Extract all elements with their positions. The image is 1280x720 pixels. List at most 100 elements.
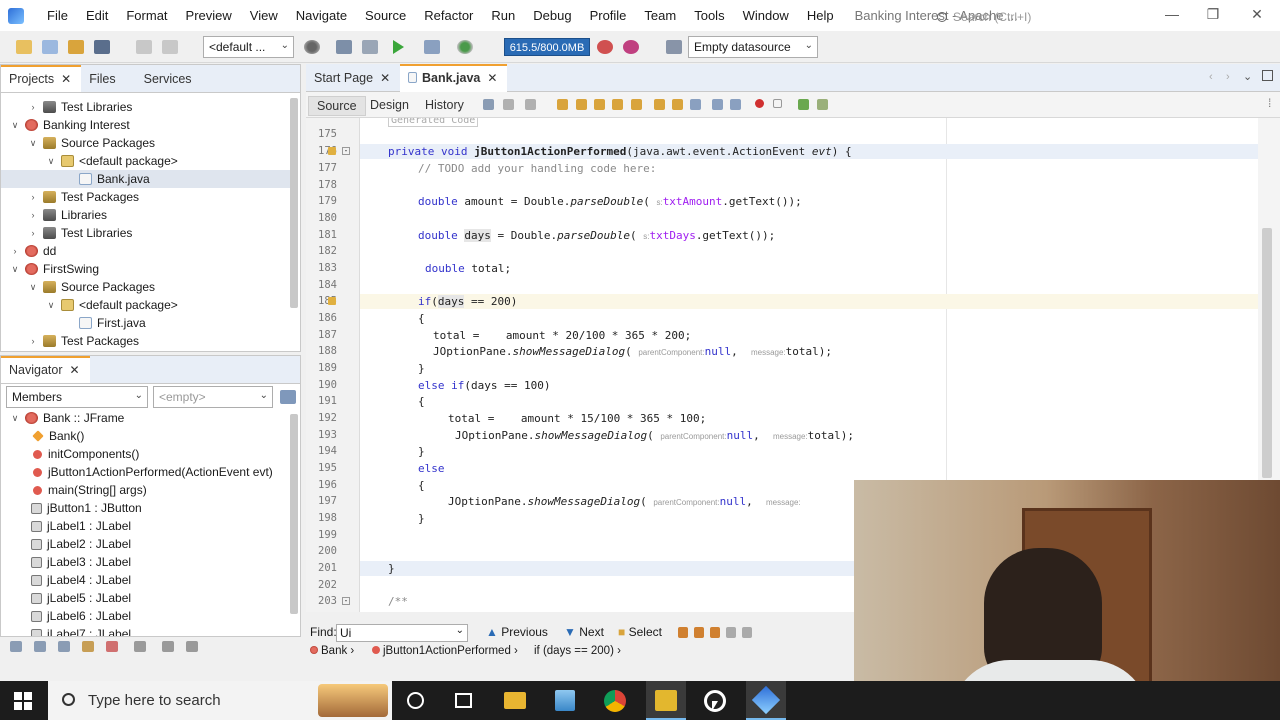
find-icon[interactable] — [557, 99, 568, 110]
tab-services[interactable]: Services — [126, 65, 202, 92]
datasource-select[interactable]: Empty datasource ⌄ — [688, 36, 818, 58]
navigator-member[interactable]: jLabel3 : JLabel — [1, 553, 131, 571]
tree-item[interactable]: › dd — [1, 242, 291, 260]
menu-file[interactable]: File — [38, 8, 77, 23]
chrome-icon[interactable] — [604, 690, 626, 712]
navigator-member[interactable]: Bank() — [1, 427, 84, 445]
menu-navigate[interactable]: Navigate — [287, 8, 356, 23]
diff-icon[interactable] — [798, 99, 809, 110]
filter-icon[interactable] — [10, 641, 22, 652]
open-project-icon[interactable] — [68, 40, 84, 54]
tab-bank-java[interactable]: Bank.java ✕ — [400, 64, 508, 92]
breadcrumb-class[interactable]: Bank › — [310, 645, 354, 657]
collapse-toggle-icon[interactable]: ∨ — [45, 296, 57, 314]
task-view-icon[interactable] — [455, 693, 472, 708]
tree-item[interactable]: › Test Libraries — [1, 98, 291, 116]
menu-view[interactable]: View — [241, 8, 287, 23]
highlight-results-icon[interactable] — [726, 627, 736, 638]
new-file-icon[interactable] — [16, 40, 32, 54]
generated-code-fold[interactable]: Generated Code — [388, 118, 479, 127]
tree-item[interactable]: First.java — [1, 314, 291, 332]
heap-icon[interactable] — [623, 40, 639, 54]
taskbar-search-input[interactable]: Type here to search — [48, 681, 392, 720]
previous-bookmark-icon[interactable] — [654, 99, 665, 110]
project-tree-scrollbar[interactable] — [290, 98, 298, 308]
undo-icon[interactable] — [136, 40, 152, 54]
menu-refactor[interactable]: Refactor — [415, 8, 482, 23]
globe-icon[interactable] — [304, 40, 320, 54]
filter-icon[interactable] — [162, 641, 174, 652]
fold-collapse-icon[interactable]: - — [342, 597, 350, 605]
tree-item[interactable]: ∨ FirstSwing — [1, 260, 291, 278]
minimize-button[interactable]: — — [1157, 6, 1187, 26]
collapse-toggle-icon[interactable]: ∨ — [27, 278, 39, 296]
close-icon[interactable]: ✕ — [70, 363, 80, 377]
file-explorer-icon[interactable] — [504, 692, 526, 709]
filter-icon[interactable] — [186, 641, 198, 652]
subtab-source[interactable]: Source — [308, 96, 366, 116]
filter-select[interactable]: <empty> ⌄ — [153, 386, 273, 408]
tab-list-chevron-icon[interactable]: ⌄ — [1243, 70, 1252, 83]
tab-start-page[interactable]: Start Page ✕ — [306, 64, 400, 92]
menu-edit[interactable]: Edit — [77, 8, 117, 23]
expand-toggle-icon[interactable]: › — [27, 206, 39, 224]
collapse-toggle-icon[interactable]: ∨ — [9, 116, 21, 134]
toolbar-overflow-icon[interactable]: ⁞ — [1268, 96, 1271, 110]
windows-start-icon[interactable] — [14, 692, 32, 710]
members-select[interactable]: Members ⌄ — [6, 386, 148, 408]
maximize-editor-icon[interactable] — [1262, 70, 1273, 81]
notepad-icon[interactable] — [555, 690, 575, 711]
last-edit-icon[interactable] — [483, 99, 494, 110]
navigator-member[interactable]: jLabel4 : JLabel — [1, 571, 131, 589]
gc-icon[interactable] — [597, 40, 613, 54]
scroll-tabs-left-icon[interactable]: ‹ — [1209, 71, 1213, 83]
find-next-icon[interactable] — [594, 99, 605, 110]
navigator-member[interactable]: jLabel7 : JLabel — [1, 625, 131, 636]
diff-next-icon[interactable] — [817, 99, 828, 110]
wrap-around-icon[interactable] — [742, 627, 752, 638]
expand-toggle-icon[interactable]: › — [9, 242, 21, 260]
expand-toggle-icon[interactable]: › — [27, 98, 39, 116]
navigator-options-icon[interactable] — [280, 390, 296, 404]
new-project-icon[interactable] — [42, 40, 58, 54]
close-icon[interactable]: ✕ — [487, 71, 497, 85]
tree-item[interactable]: ∨ <default package> — [1, 152, 291, 170]
tree-item[interactable]: › Test Libraries — [1, 224, 291, 242]
menu-tools[interactable]: Tools — [685, 8, 733, 23]
collapse-toggle-icon[interactable]: ∨ — [9, 409, 21, 427]
taskbar-app-active[interactable] — [646, 681, 686, 720]
build-hammer-icon[interactable] — [336, 40, 352, 54]
filter-icon[interactable] — [82, 641, 94, 652]
editor-scroll-thumb[interactable] — [1262, 228, 1272, 478]
collapse-toggle-icon[interactable]: ∨ — [9, 260, 21, 278]
taskbar-netbeans-button[interactable] — [746, 681, 786, 720]
shift-left-icon[interactable] — [690, 99, 701, 110]
tab-projects[interactable]: Projects ✕ — [1, 65, 82, 92]
back-icon[interactable] — [503, 99, 514, 110]
find-next-button[interactable]: ▼ Next — [564, 625, 604, 639]
warning-icon[interactable] — [328, 297, 336, 305]
filter-icon[interactable] — [34, 641, 46, 652]
tree-item[interactable]: › Libraries — [1, 206, 291, 224]
clean-build-icon[interactable] — [362, 40, 378, 54]
tree-item[interactable]: ∨ Banking Interest — [1, 116, 291, 134]
cortana-icon[interactable] — [407, 692, 424, 709]
close-window-button[interactable]: ✕ — [1242, 6, 1272, 26]
tab-files[interactable]: Files — [81, 65, 125, 92]
find-select-button[interactable]: ■ Select — [618, 625, 662, 639]
datasource-icon[interactable] — [666, 40, 682, 54]
expand-toggle-icon[interactable]: › — [27, 188, 39, 206]
comment-icon[interactable] — [730, 99, 741, 110]
menu-format[interactable]: Format — [117, 8, 176, 23]
navigator-scrollbar[interactable] — [290, 414, 298, 614]
whole-words-icon[interactable] — [694, 627, 704, 638]
find-previous-button[interactable]: ▲ Previous — [486, 625, 548, 639]
tree-item[interactable]: ∨ Source Packages — [1, 134, 291, 152]
tree-item[interactable]: Bank.java — [1, 170, 291, 188]
toggle-highlight-icon[interactable] — [612, 99, 623, 110]
record-macro-icon[interactable] — [755, 99, 764, 108]
filter-icon[interactable] — [106, 641, 118, 652]
quick-search-input[interactable]: Search (Ctrl+I) — [937, 8, 1145, 26]
menu-preview[interactable]: Preview — [177, 8, 241, 23]
run-icon[interactable] — [393, 40, 404, 54]
